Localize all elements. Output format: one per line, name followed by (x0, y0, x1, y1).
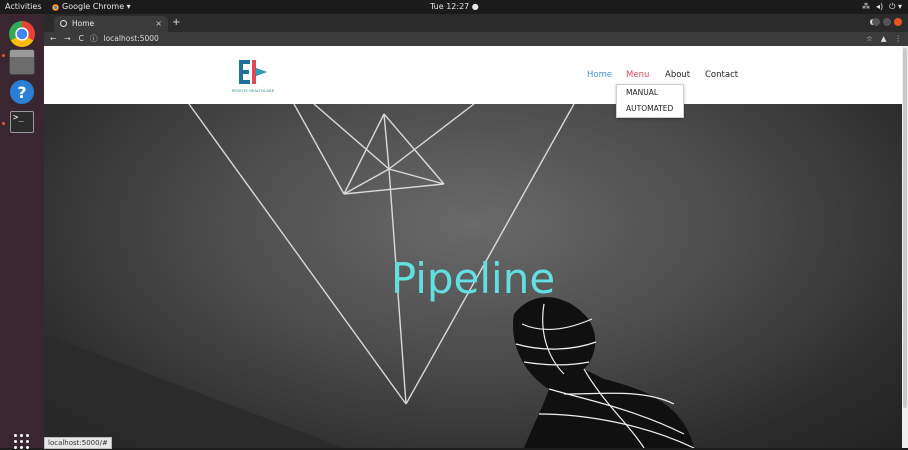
volume-icon: ◂) (875, 2, 884, 11)
new-tab-button[interactable]: + (172, 16, 180, 30)
app-menu[interactable]: Google Chrome ▾ (52, 0, 131, 14)
site-info-icon[interactable]: ⓘ (90, 32, 98, 46)
site-header: EPISOTE HEALTHCARE Home Menu About Conta… (44, 46, 902, 104)
toolbar-right: ☆ ▲ ⋮ (866, 32, 902, 46)
logo-mark-icon (239, 60, 267, 84)
page-scrollbar[interactable] (902, 46, 908, 448)
person-silhouette (513, 297, 695, 448)
tab-home[interactable]: Home × (54, 16, 168, 32)
tab-title: Home (72, 19, 95, 28)
dropdown-item-automated[interactable]: AUTOMATED (617, 101, 683, 117)
nav-buttons: ← → C (50, 32, 84, 46)
tab-close-icon[interactable]: × (155, 16, 162, 32)
maximize-button[interactable] (883, 18, 891, 26)
nav-menu[interactable]: Menu (626, 70, 649, 80)
reload-button[interactable]: C (79, 32, 84, 46)
url-text[interactable]: localhost:5000 (104, 32, 159, 46)
forward-button[interactable]: → (64, 32, 70, 46)
power-icon: ⏻ ▾ (889, 2, 902, 11)
window-controls (872, 18, 902, 26)
dock: ? >_ (0, 14, 44, 449)
nav-about[interactable]: About (665, 70, 690, 80)
scrollbar-thumb[interactable] (903, 48, 907, 408)
profile-icon[interactable]: ▲ (881, 32, 887, 46)
toolbar: ← → C ⓘ localhost:5000 ☆ ▲ ⋮ (44, 32, 908, 46)
status-bar-url: localhost:5000/# (44, 437, 112, 449)
tab-strip: Home × + (44, 14, 908, 32)
logo-text: EPISOTE HEALTHCARE (231, 89, 275, 93)
browser-window: Home × + ← → C ⓘ localhost:5000 ☆ ▲ ⋮ EP… (44, 14, 908, 448)
clock[interactable]: Tue 12:27 ● (430, 0, 479, 14)
minimize-button[interactable] (872, 18, 880, 26)
menu-dots-icon[interactable]: ⋮ (895, 32, 903, 46)
menu-dropdown: MANUAL AUTOMATED (616, 84, 684, 118)
globe-icon (60, 20, 67, 27)
help-icon: ? (10, 80, 34, 104)
web-page: EPISOTE HEALTHCARE Home Menu About Conta… (44, 46, 902, 448)
hero-banner: Pipeline (44, 104, 902, 448)
dropdown-item-manual[interactable]: MANUAL (617, 85, 683, 101)
app-menu-label: Google Chrome ▾ (62, 2, 131, 11)
network-icon: ⁂ (861, 2, 870, 11)
site-logo[interactable]: EPISOTE HEALTHCARE (230, 56, 276, 96)
activities-button[interactable]: Activities (5, 0, 42, 14)
back-button[interactable]: ← (50, 32, 56, 46)
chrome-icon (9, 21, 35, 47)
system-tray[interactable]: ⁂ ◂) ⏻ ▾ (862, 0, 902, 14)
dock-active-indicator (2, 122, 5, 125)
files-icon (9, 49, 35, 75)
dock-chrome[interactable] (8, 20, 36, 48)
dock-help[interactable]: ? (8, 78, 36, 106)
dock-active-indicator (2, 54, 5, 57)
terminal-icon: >_ (10, 111, 34, 133)
system-top-bar: Activities Google Chrome ▾ Tue 12:27 ● ⁂… (0, 0, 908, 14)
chrome-small-icon (52, 3, 59, 11)
bookmark-star-icon[interactable]: ☆ (866, 32, 873, 46)
close-window-button[interactable] (894, 18, 902, 26)
nav-home[interactable]: Home (587, 70, 612, 80)
hero-title: Pipeline (390, 254, 556, 303)
address-bar[interactable]: ⓘ localhost:5000 (90, 32, 159, 46)
dock-terminal[interactable]: >_ (8, 108, 36, 136)
dock-files[interactable] (8, 48, 36, 76)
nav-contact[interactable]: Contact (705, 70, 738, 80)
